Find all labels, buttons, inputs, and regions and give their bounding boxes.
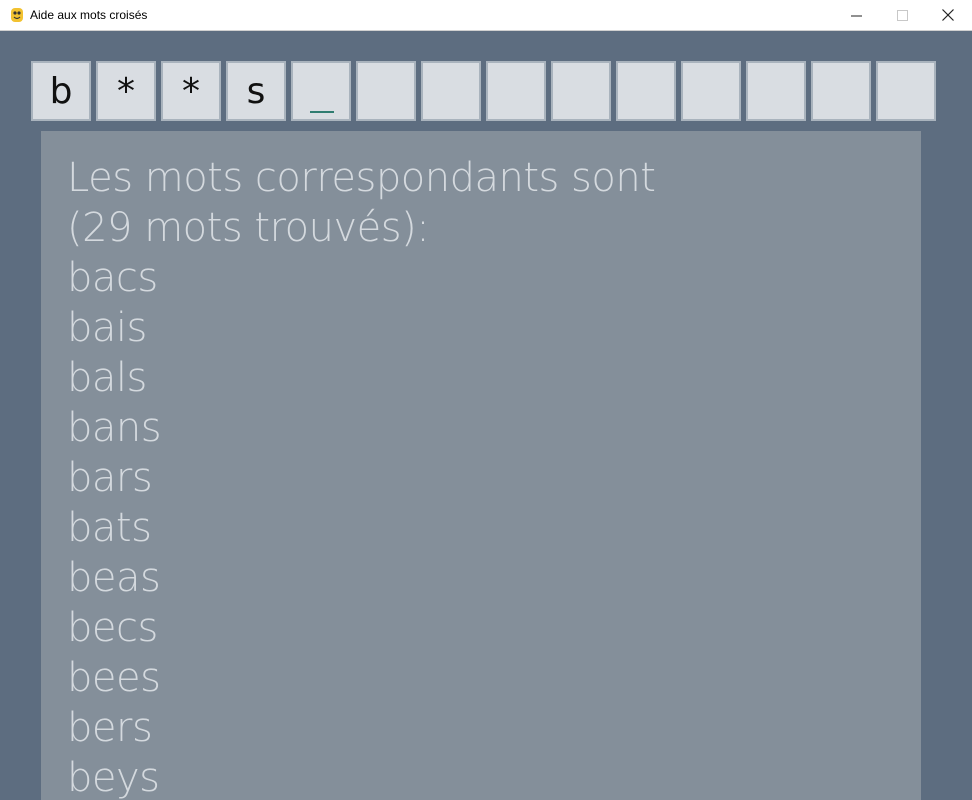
letter-cell[interactable]: * [96,61,156,121]
text-cursor [310,111,334,113]
maximize-icon [896,9,908,21]
maximize-button[interactable] [879,0,925,30]
letter-cell[interactable]: * [161,61,221,121]
letter-cell[interactable] [681,61,741,121]
letter-cell-value: * [117,70,135,112]
result-word: beas [67,555,161,601]
letter-cell[interactable] [746,61,806,121]
result-word: becs [67,605,158,651]
python-app-icon [11,8,23,22]
close-button[interactable] [925,0,971,30]
window-title: Aide aux mots croisés [30,8,148,22]
results-header-line1: Les mots correspondants sont [67,155,656,201]
letter-cell[interactable] [356,61,416,121]
letter-cell-value: s [246,70,266,112]
minimize-icon [850,15,862,16]
result-word: bals [67,355,147,401]
results-panel: Les mots correspondants sont (29 mots tr… [41,131,921,800]
letter-cell-value: b [49,70,73,112]
letter-cell[interactable] [551,61,611,121]
minimize-button[interactable] [833,0,879,30]
result-word: bacs [67,255,158,301]
close-icon [942,9,954,21]
letter-cell[interactable]: b [31,61,91,121]
result-word: bais [67,305,147,351]
letter-cell[interactable] [616,61,676,121]
letter-cell-value: * [182,70,200,112]
letter-cell[interactable] [876,61,936,121]
result-word: bers [67,705,153,751]
letter-cell[interactable] [421,61,481,121]
title-bar: Aide aux mots croisés [0,0,972,31]
result-word: bats [67,505,152,551]
letter-cell[interactable]: s [226,61,286,121]
letter-cell[interactable] [486,61,546,121]
results-header-line2: (29 mots trouvés): [67,205,430,251]
result-word: bars [67,455,153,501]
letter-cell[interactable] [811,61,871,121]
result-word: bans [67,405,162,451]
result-word: beys [67,755,160,800]
letter-cell[interactable] [291,61,351,121]
result-word: bees [67,655,161,701]
